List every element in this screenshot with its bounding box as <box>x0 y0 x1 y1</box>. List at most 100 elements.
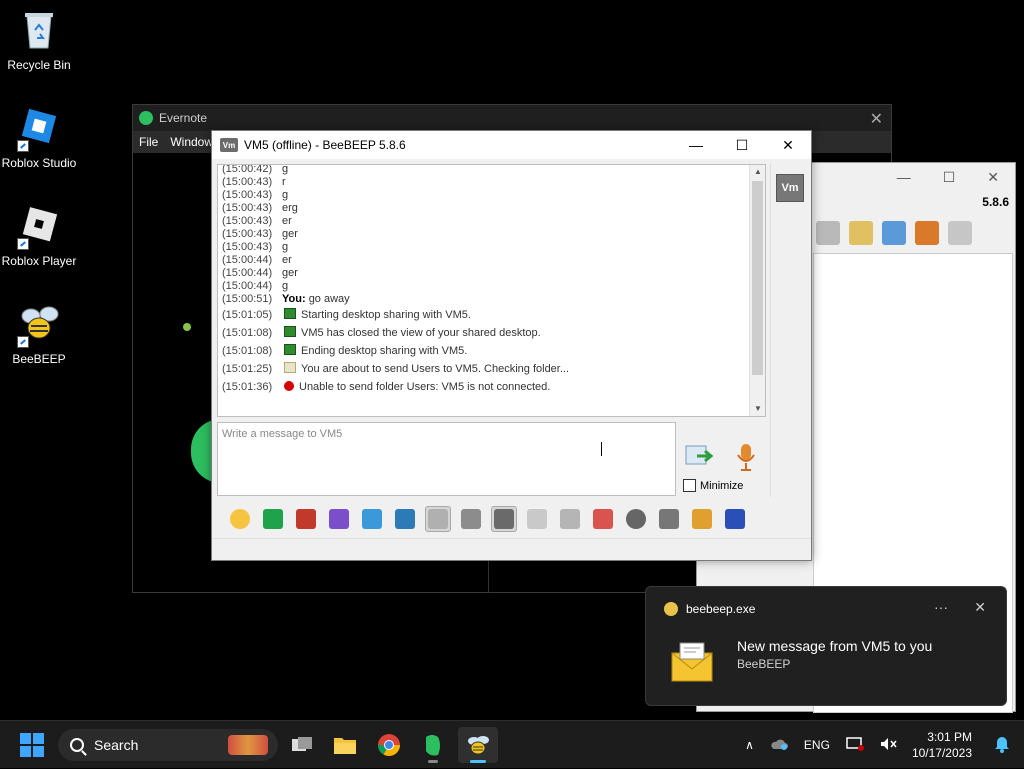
file-explorer-button[interactable] <box>325 727 365 763</box>
green-arrow-button[interactable] <box>260 506 286 532</box>
edit-icon[interactable] <box>849 221 873 245</box>
evernote-taskbar-button[interactable] <box>413 727 453 763</box>
beebeep-version: 5.8.6 <box>982 195 1009 209</box>
emoticon-button[interactable] <box>227 506 253 532</box>
microphone-button[interactable] <box>736 443 756 473</box>
toast-more-button[interactable]: ··· <box>934 599 948 615</box>
trash-icon[interactable] <box>948 221 972 245</box>
font-icon <box>296 509 316 529</box>
task-view-button[interactable] <box>282 727 322 763</box>
text-button[interactable] <box>458 506 484 532</box>
filter-button[interactable] <box>359 506 385 532</box>
log-entry: er <box>282 254 292 267</box>
log-text: er <box>282 215 292 227</box>
chevron-up-icon[interactable]: ∧ <box>745 738 754 752</box>
desktop-icon-label: BeeBEEP <box>12 352 66 366</box>
evernote-title: Evernote <box>159 111 208 125</box>
clock-date: 10/17/2023 <box>911 746 972 760</box>
beebeep-taskbar-button[interactable] <box>458 727 498 763</box>
evernote-close-button[interactable]: ✕ <box>870 109 883 129</box>
update-icon[interactable] <box>915 221 939 245</box>
scroll-up-icon[interactable]: ▲ <box>750 165 765 179</box>
chat-log-line: (15:00:51) You: go away <box>222 293 747 306</box>
chat-log[interactable]: (15:00:42) g (15:00:43) r (15:00:43) g (15:00:… <box>217 164 766 417</box>
close-button[interactable]: ✕ <box>765 131 811 159</box>
message-placeholder: Write a message to VM5 <box>222 428 343 440</box>
minimize-label: Minimize <box>700 479 744 492</box>
vm-logo-icon: Vm <box>220 138 238 152</box>
maximize-button[interactable]: ☐ <box>719 131 765 159</box>
spellcheck-button[interactable] <box>425 506 451 532</box>
notes-icon <box>692 509 712 529</box>
log-timestamp: (15:01:05) <box>222 309 273 321</box>
notes-button[interactable] <box>689 506 715 532</box>
onedrive-icon[interactable] <box>770 737 788 754</box>
taskbar-search[interactable]: Search <box>58 729 278 761</box>
music-note-button[interactable] <box>491 506 517 532</box>
language-indicator[interactable]: ENG <box>804 738 830 752</box>
maximize-icon[interactable]: ☐ <box>943 169 956 186</box>
color-button[interactable] <box>326 506 352 532</box>
toast-app-name: beebeep.exe <box>686 602 756 616</box>
chat-window[interactable]: Vm VM5 (offline) - BeeBEEP 5.8.6 — ☐ ✕ (… <box>211 130 812 561</box>
send-button[interactable] <box>685 443 717 469</box>
log-entry: You are about to send Users to VM5. Chec… <box>282 360 569 378</box>
volume-muted-icon[interactable] <box>880 737 898 754</box>
screenshot-button[interactable] <box>656 506 682 532</box>
log-timestamp: (15:00:43) <box>222 189 273 201</box>
chat-log-lines: (15:00:42) g (15:00:43) r (15:00:43) g (15:00:… <box>222 164 747 396</box>
desktop-icon-beebeep[interactable]: BeeBEEP <box>0 302 78 366</box>
emoticon-icon <box>230 509 250 529</box>
log-entry: ger <box>282 228 298 241</box>
send-file-button[interactable] <box>557 506 583 532</box>
log-timestamp: (15:00:43) <box>222 215 273 227</box>
desktop-icon-roblox-studio[interactable]: Roblox Studio <box>0 106 78 170</box>
desktop-icon-recycle-bin[interactable]: Recycle Bin <box>0 8 78 72</box>
desktop-icon-label: Roblox Player <box>1 254 77 268</box>
taskbar-clock[interactable]: 3:01 PM 10/17/2023 <box>912 729 972 761</box>
chat-titlebar[interactable]: Vm VM5 (offline) - BeeBEEP 5.8.6 — ☐ ✕ <box>212 131 811 159</box>
minimize-button[interactable]: — <box>673 131 719 159</box>
menu-file[interactable]: File <box>139 135 158 149</box>
log-timestamp: (15:00:44) <box>222 280 273 292</box>
notification-bell-icon[interactable] <box>994 735 1010 756</box>
font-button[interactable] <box>293 506 319 532</box>
close-icon[interactable]: ✕ <box>987 169 999 186</box>
document-button[interactable] <box>524 506 550 532</box>
record-button[interactable] <box>623 506 649 532</box>
log-entry: VM5 has closed the view of your shared d… <box>282 324 541 342</box>
menu-window[interactable]: Window <box>170 135 213 149</box>
scroll-thumb[interactable] <box>752 181 763 375</box>
toast-notification[interactable]: beebeep.exe ··· ✕ New message from VM5 t… <box>645 586 1007 706</box>
minimize-checkbox[interactable]: Minimize <box>683 479 743 492</box>
scroll-down-icon[interactable]: ▼ <box>750 402 765 416</box>
search-label: Search <box>94 737 139 753</box>
tools-icon[interactable] <box>882 221 906 245</box>
text-icon <box>461 509 481 529</box>
desktop-share-icon <box>284 308 296 319</box>
log-text: Unable to send folder Users: VM5 is not … <box>299 381 551 393</box>
toast-close-button[interactable]: ✕ <box>974 599 986 616</box>
chat-log-scrollbar[interactable]: ▲ ▼ <box>749 165 765 416</box>
network-icon[interactable] <box>846 736 864 754</box>
filter-icon <box>362 509 382 529</box>
log-timestamp: (15:01:08) <box>222 345 273 357</box>
log-entry: erg <box>282 202 298 215</box>
chat-log-line: (15:00:42) g <box>222 164 747 176</box>
evernote-titlebar[interactable]: Evernote ✕ <box>133 105 891 131</box>
desktop-icon-roblox-player[interactable]: Roblox Player <box>0 204 78 268</box>
spellcheck-icon <box>428 509 448 529</box>
code-button[interactable] <box>590 506 616 532</box>
start-button[interactable] <box>20 733 44 757</box>
roblox-player-icon <box>17 204 61 250</box>
chrome-button[interactable] <box>369 727 409 763</box>
minimize-icon[interactable]: — <box>897 169 911 185</box>
checkbox-box[interactable] <box>683 479 696 492</box>
save-button[interactable] <box>722 506 748 532</box>
log-timestamp: (15:00:42) <box>222 164 273 175</box>
mail-icon[interactable] <box>816 221 840 245</box>
green-arrow-icon <box>263 509 283 529</box>
user-avatar[interactable]: Vm <box>776 174 804 202</box>
message-input[interactable]: Write a message to VM5 <box>217 422 676 496</box>
settings-button[interactable] <box>392 506 418 532</box>
